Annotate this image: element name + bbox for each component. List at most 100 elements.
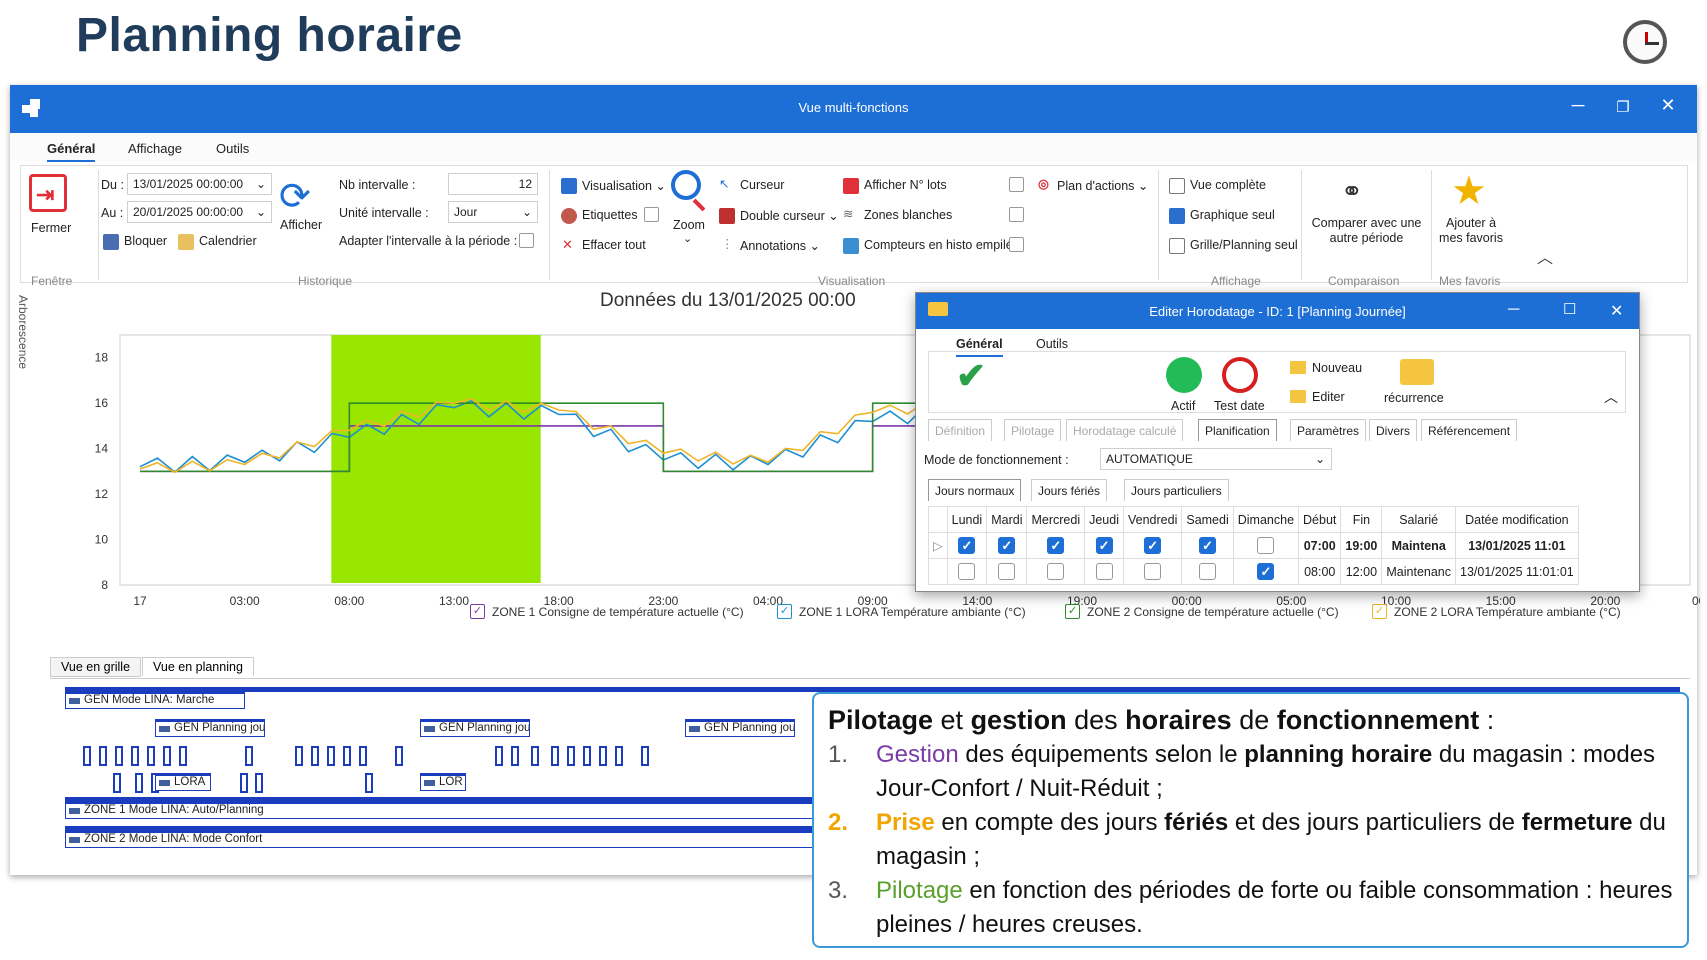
planning-block[interactable] — [147, 746, 155, 766]
actif-indicator[interactable] — [1166, 357, 1202, 393]
dialog-maximize-button[interactable]: ☐ — [1563, 300, 1576, 318]
day-checkbox[interactable]: ✓ — [1095, 537, 1113, 554]
grille-planning-button[interactable]: Grille/Planning seul — [1190, 238, 1298, 252]
graphique-seul-button[interactable]: Graphique seul — [1190, 208, 1275, 222]
planning-block[interactable] — [115, 746, 123, 766]
calendrier-button[interactable]: Calendrier — [199, 234, 257, 248]
subtab-pilotage[interactable]: Pilotage — [1004, 419, 1062, 441]
close-button[interactable]: ✕ — [1653, 95, 1683, 116]
column-header[interactable]: Dimanche — [1232, 506, 1300, 533]
planning-block[interactable] — [641, 746, 649, 766]
lora-bar[interactable]: LORA — [155, 773, 211, 791]
afficher-lots-checkbox[interactable] — [1009, 177, 1024, 192]
au-date-input[interactable]: 20/01/2025 00:00:00 ⌄ — [127, 201, 272, 223]
table-row[interactable]: ▷ ✓ ✓ ✓ ✓ ✓ ✓ 07:00 19:00 Maintena 13/01/2025 11:0… — [928, 532, 1579, 559]
planning-block[interactable] — [255, 773, 263, 793]
curseur-button[interactable]: Curseur — [740, 178, 784, 192]
subtab-horodatage-calcule[interactable]: Horodatage calculé — [1066, 419, 1184, 441]
daytab-jours-particuliers[interactable]: Jours particuliers — [1124, 479, 1229, 501]
planning-block[interactable] — [327, 746, 335, 766]
day-checkbox[interactable]: ✓ — [1257, 563, 1275, 580]
column-header[interactable]: Vendredi — [1122, 506, 1183, 533]
column-header[interactable]: Salarié — [1381, 506, 1456, 533]
column-header[interactable]: Début — [1298, 506, 1342, 533]
test-date-clock-icon[interactable] — [1222, 357, 1258, 393]
subtab-definition[interactable]: Définition — [928, 419, 993, 441]
day-checkbox[interactable]: ✓ — [1199, 537, 1217, 554]
legend-checkbox-zone2-consigne[interactable]: ✓ — [1065, 604, 1080, 619]
day-checkbox[interactable] — [1144, 563, 1162, 580]
etiquettes-checkbox[interactable] — [644, 207, 659, 222]
planning-block[interactable] — [295, 746, 303, 766]
planning-block[interactable] — [511, 746, 519, 766]
exit-icon[interactable]: ⇥ — [29, 174, 67, 212]
day-checkbox[interactable]: ✓ — [1144, 537, 1162, 554]
comparer-button[interactable]: Comparer avec une autre période — [1309, 216, 1424, 246]
dialog-close-button[interactable]: ✕ — [1610, 301, 1623, 321]
annotations-dropdown[interactable]: Annotations ⌄ — [740, 238, 820, 253]
collapse-ribbon-icon[interactable]: ︿ — [1537, 244, 1553, 268]
tab-outils[interactable]: Outils — [216, 141, 249, 156]
column-header[interactable]: Samedi — [1181, 506, 1234, 533]
nouveau-button[interactable]: Nouveau — [1312, 361, 1362, 375]
mode-select[interactable]: AUTOMATIQUE ⌄ — [1100, 448, 1332, 470]
lora-bar[interactable]: LOR — [420, 773, 466, 791]
planning-block[interactable] — [135, 773, 143, 793]
adapter-checkbox[interactable] — [519, 233, 534, 248]
refresh-icon[interactable]: ⟳ — [279, 174, 311, 219]
planning-block[interactable] — [567, 746, 575, 766]
ajouter-favoris-button[interactable]: Ajouter à mes favoris — [1436, 216, 1506, 246]
visualisation-dropdown[interactable]: Visualisation ⌄ — [582, 178, 666, 193]
gen-planning-bar[interactable]: GEN Planning jou — [155, 719, 265, 737]
legend-checkbox-zone2-lora[interactable]: ✓ — [1372, 604, 1387, 619]
planning-block[interactable] — [495, 746, 503, 766]
column-header[interactable]: Mercredi — [1026, 506, 1086, 533]
gen-planning-bar[interactable]: GEN Planning jou — [420, 719, 530, 737]
column-header[interactable]: Jeudi — [1084, 506, 1124, 533]
tab-general[interactable]: Général — [47, 141, 96, 162]
tab-vue-planning[interactable]: Vue en planning — [142, 657, 254, 676]
day-checkbox[interactable] — [1257, 537, 1275, 554]
star-icon[interactable]: ★ — [1451, 168, 1487, 214]
validate-icon[interactable]: ✔ — [956, 355, 986, 397]
day-checkbox[interactable] — [1095, 563, 1113, 580]
planning-block[interactable] — [343, 746, 351, 766]
planning-block[interactable] — [551, 746, 559, 766]
planning-block[interactable] — [131, 746, 139, 766]
du-date-input[interactable]: 13/01/2025 00:00:00 ⌄ — [127, 173, 272, 195]
recurrence-button[interactable]: récurrence — [1384, 391, 1444, 405]
planning-block[interactable] — [583, 746, 591, 766]
column-header[interactable]: Lundi — [946, 506, 988, 533]
recurrence-icon[interactable] — [1400, 359, 1434, 385]
subtab-parametres[interactable]: Paramètres — [1290, 419, 1367, 441]
dialog-minimize-button[interactable]: ─ — [1508, 301, 1519, 319]
zones-blanches-checkbox[interactable] — [1009, 207, 1024, 222]
table-row[interactable]: ✓ 08:00 12:00 Maintenanc 13/01/2025 11:01:01 — [928, 558, 1579, 585]
double-curseur-dropdown[interactable]: Double curseur ⌄ — [740, 208, 839, 223]
day-checkbox[interactable] — [958, 563, 976, 580]
zoom-button[interactable]: Zoom — [673, 218, 705, 232]
planning-block[interactable] — [311, 746, 319, 766]
planning-block[interactable] — [113, 773, 121, 793]
planning-block[interactable] — [359, 746, 367, 766]
planning-block[interactable] — [599, 746, 607, 766]
tab-affichage[interactable]: Affichage — [128, 141, 182, 156]
restore-button[interactable]: ❐ — [1608, 98, 1638, 116]
day-checkbox[interactable] — [1047, 563, 1065, 580]
gen-mode-bar[interactable]: GEN Mode LINA: Marche — [65, 691, 245, 709]
planning-block[interactable] — [99, 746, 107, 766]
tab-vue-grille[interactable]: Vue en grille — [50, 657, 142, 677]
day-checkbox[interactable] — [1199, 563, 1217, 580]
zone1-mode-bar[interactable]: ZONE 1 Mode LINA: Auto/Planning — [65, 801, 865, 819]
dialog-tab-outils[interactable]: Outils — [1036, 337, 1068, 351]
day-checkbox[interactable]: ✓ — [1047, 537, 1065, 554]
legend-checkbox-zone1-consigne[interactable]: ✓ — [470, 604, 485, 619]
vue-complete-button[interactable]: Vue complète — [1190, 178, 1266, 192]
planning-block[interactable] — [179, 746, 187, 766]
bloquer-button[interactable]: Bloquer — [124, 234, 167, 248]
column-header[interactable]: Fin — [1340, 506, 1383, 533]
column-header[interactable]: Datée modification — [1455, 506, 1579, 533]
day-checkbox[interactable]: ✓ — [958, 537, 976, 554]
arborescence-tab[interactable]: Arborescence — [16, 295, 30, 369]
compteurs-checkbox[interactable] — [1009, 237, 1024, 252]
